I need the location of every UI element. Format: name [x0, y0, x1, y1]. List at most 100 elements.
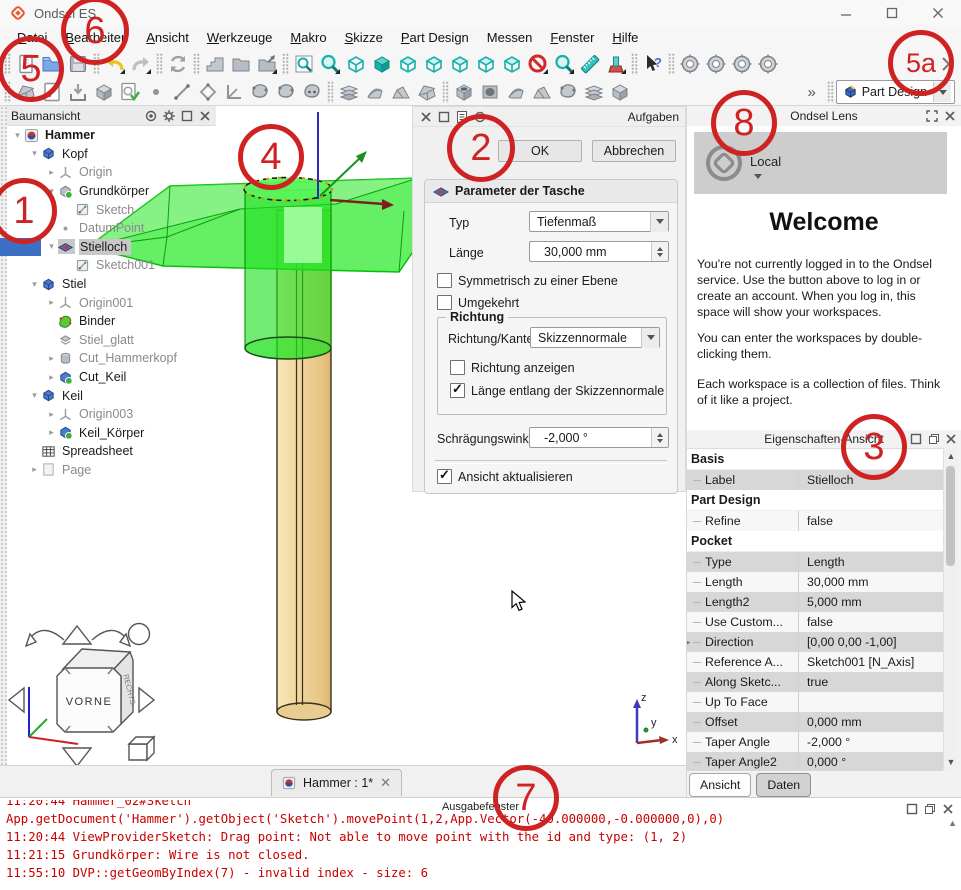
save-document-icon[interactable]	[65, 51, 91, 77]
tree-item-page[interactable]: ▸Page	[7, 461, 216, 480]
tree-panel-header[interactable]: Baumansicht	[7, 106, 216, 126]
spin-arrows-icon[interactable]	[651, 242, 668, 261]
maximize-button[interactable]	[881, 4, 903, 22]
undo-icon[interactable]	[102, 51, 128, 77]
property-row-refine[interactable]: Refinefalse	[687, 511, 943, 531]
tree-item-sketch001[interactable]: Sketch001	[7, 256, 216, 275]
document-tab[interactable]: Hammer : 1* ✕	[271, 769, 402, 796]
tree-item-origin003[interactable]: ▸Origin003	[7, 405, 216, 424]
toolbar-extension-icon[interactable]: »	[799, 79, 825, 105]
tree-item-cut_hammerkopf[interactable]: ▸Cut_Hammerkopf	[7, 349, 216, 368]
groove-icon[interactable]	[503, 79, 529, 105]
scroll-down-icon[interactable]: ▼	[944, 755, 958, 769]
float-panel-icon[interactable]	[436, 109, 451, 124]
property-row-reference-a-[interactable]: Reference A...Sketch001 [N_Axis]	[687, 652, 943, 672]
collapse-icon[interactable]: ▾	[28, 279, 41, 290]
float-panel-icon[interactable]	[908, 431, 923, 446]
chevron-down-icon[interactable]	[650, 212, 668, 232]
pocket-parameters-header[interactable]: Parameter der Tasche	[425, 180, 677, 203]
checkbox-box[interactable]	[437, 273, 452, 288]
tree-item-origin[interactable]: ▸Origin	[7, 163, 216, 182]
view-front-icon[interactable]	[369, 51, 395, 77]
checkbox-box[interactable]	[450, 383, 465, 398]
tree-item-cut_keil[interactable]: ▸Cut_Keil	[7, 368, 216, 387]
menu-messen[interactable]: Messen	[478, 28, 542, 47]
property-value[interactable]: -2,000 °	[799, 732, 943, 752]
update-view-checkbox[interactable]: Ansicht aktualisieren	[437, 469, 573, 484]
toolbar-grip[interactable]	[442, 81, 449, 103]
property-row-taper-angle2[interactable]: Taper Angle20,000 °	[687, 752, 943, 771]
settings-icon[interactable]	[161, 108, 176, 123]
import-icon[interactable]	[65, 79, 91, 105]
workbench-selector[interactable]: Part Design	[836, 80, 955, 104]
menu-skizze[interactable]: Skizze	[336, 28, 392, 47]
scroll-up-icon[interactable]: ▲	[944, 449, 958, 463]
property-row-direction[interactable]: Direction▸[0,00 0,00 -1,00]	[687, 632, 943, 652]
cancel-button[interactable]: Abbrechen	[592, 140, 676, 162]
property-value[interactable]: true	[799, 672, 943, 692]
create-line-icon[interactable]	[169, 79, 195, 105]
create-point-icon[interactable]	[143, 79, 169, 105]
tree-item-origin001[interactable]: ▸Origin001	[7, 293, 216, 312]
property-row-label[interactable]: LabelStielloch	[687, 470, 943, 490]
property-row-use-custom-[interactable]: Use Custom...false	[687, 612, 943, 632]
close-panel-icon[interactable]	[943, 431, 958, 446]
property-value[interactable]: false	[799, 612, 943, 632]
list-icon[interactable]	[454, 109, 469, 124]
project-folder-icon[interactable]	[228, 51, 254, 77]
subtractive-loft-icon[interactable]	[529, 79, 555, 105]
chevron-down-icon[interactable]	[641, 328, 659, 348]
tree-item-hammer[interactable]: ▾Hammer	[7, 126, 216, 145]
checkbox-box[interactable]	[450, 360, 465, 375]
expand-icon[interactable]: ▸	[45, 427, 58, 438]
toolbar-grip[interactable]	[327, 81, 334, 103]
view-left-icon[interactable]	[499, 51, 525, 77]
ok-button[interactable]: OK	[498, 140, 582, 162]
property-value[interactable]: Length	[799, 552, 943, 572]
open-document-icon[interactable]	[39, 51, 65, 77]
collapse-icon[interactable]: ▾	[45, 186, 58, 197]
whats-this-icon[interactable]: ?	[640, 51, 666, 77]
tree-item-grundkörper[interactable]: ▾Grundkörper	[7, 182, 216, 201]
close-panel-icon[interactable]	[942, 108, 957, 123]
title-bar[interactable]: Ondsel ES	[0, 0, 961, 26]
measure-angular-icon[interactable]	[703, 51, 729, 77]
workbench-steps-icon[interactable]	[202, 51, 228, 77]
create-sketch-icon[interactable]	[39, 79, 65, 105]
expand-icon[interactable]: ▸	[45, 167, 58, 178]
lens-panel-title[interactable]: Ondsel Lens	[687, 106, 961, 126]
expand-icon[interactable]: ▸	[28, 464, 41, 475]
toolbar-overflow-icon[interactable]	[933, 51, 959, 77]
reversed-checkbox[interactable]: Umgekehrt	[437, 295, 519, 310]
menu-werkzeuge[interactable]: Werkzeuge	[198, 28, 282, 47]
tab-daten[interactable]: Daten	[756, 773, 811, 797]
along-normal-checkbox[interactable]: Länge entlang der Skizzennormale	[450, 383, 664, 398]
property-value[interactable]: 5,000 mm	[799, 592, 943, 612]
expand-icon[interactable]: ▸	[45, 353, 58, 364]
dock-panel-icon[interactable]	[926, 431, 941, 446]
view-top-icon[interactable]	[395, 51, 421, 77]
menu-makro[interactable]: Makro	[281, 28, 335, 47]
length-spinbox[interactable]: 30,000 mm	[529, 241, 669, 262]
collapse-icon[interactable]: ▾	[28, 148, 41, 159]
toolbar-grip[interactable]	[193, 53, 200, 75]
property-row-taper-angle[interactable]: Taper Angle-2,000 °	[687, 732, 943, 752]
tree-item-stielloch[interactable]: ▾Stielloch	[7, 238, 216, 257]
loft-icon[interactable]	[388, 79, 414, 105]
boolean-icon[interactable]	[607, 79, 633, 105]
expand-icon[interactable]: ▸	[687, 632, 691, 652]
checkbox-box[interactable]	[437, 295, 452, 310]
refresh-icon[interactable]	[165, 51, 191, 77]
property-row-along-sketc-[interactable]: Along Sketc...true	[687, 672, 943, 692]
task-panel-header[interactable]: Aufgaben	[413, 107, 685, 127]
new-document-icon[interactable]	[13, 51, 39, 77]
zoom-selection-icon[interactable]	[551, 51, 577, 77]
tree-item-keil[interactable]: ▾Keil	[7, 386, 216, 405]
toolbar-grip[interactable]	[668, 53, 675, 75]
toolbar-grip[interactable]	[4, 81, 11, 103]
tree-item-sketch[interactable]: Sketch	[7, 200, 216, 219]
checkbox-box[interactable]	[437, 469, 452, 484]
view-axonometric-icon[interactable]	[343, 51, 369, 77]
toolbar-grip[interactable]	[93, 53, 100, 75]
create-datum-icon[interactable]	[221, 79, 247, 105]
